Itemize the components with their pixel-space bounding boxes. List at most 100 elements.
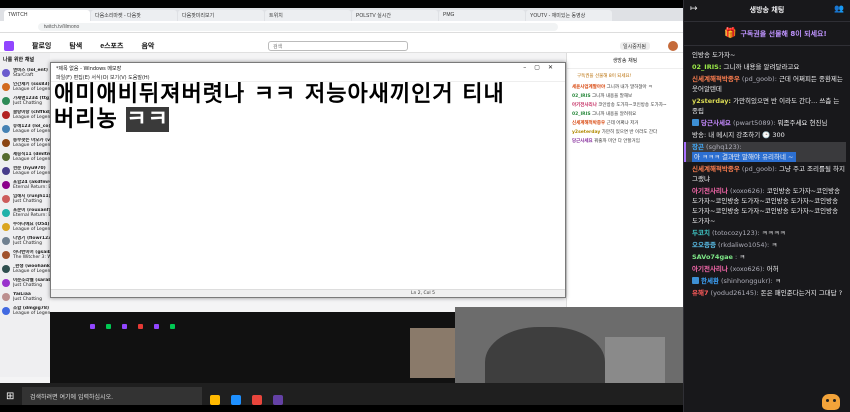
chat-user-id: (pwart5089): [730, 119, 776, 127]
browser-tab[interactable]: PMG [439, 10, 525, 21]
control-icon[interactable] [106, 324, 112, 329]
folder-icon[interactable] [210, 395, 220, 405]
captured-chat-user: y2seterday [572, 129, 601, 135]
sidebar-channel[interactable]: 골랑이랑 (chffkd)League of Legends [0, 108, 50, 122]
sidebar-channel[interactable]: 현준 (hyu970)League of Legends [0, 164, 50, 178]
sidebar-channel[interactable]: YaiLiaa Just Chatting [0, 290, 50, 304]
nav-music[interactable]: 음악 [141, 41, 154, 51]
sidebar-channel[interactable]: 가재맨1234 (ttg) Just Chatting [0, 94, 50, 108]
captured-chat-line: 02_IRIS 그니까 내용을 말해보 [567, 92, 683, 101]
sidebar-channel[interactable]: 임해지 (runjh11) Just Chatting [0, 192, 50, 206]
nav-following[interactable]: 팔로잉 [32, 41, 51, 51]
chat-username[interactable]: 02_IRIS: [692, 63, 721, 71]
nav-browse[interactable]: 탐색 [69, 41, 82, 51]
sidebar-channel[interactable]: _완쟁 (woohanky)League of Legends [0, 262, 50, 276]
taskbar-search-input[interactable]: 검색하려면 여기에 입력하십시오. [22, 387, 202, 405]
channel-avatar [2, 83, 10, 91]
gift-icon: 🎁 [724, 28, 737, 39]
chat-message: SAVo74gae : ㅋ [692, 252, 846, 262]
sidebar-channel[interactable]: 하나반이어 (gsaib) The Witcher 3: Wi [0, 248, 50, 262]
chat-text: 뭐좀주세요 현진님 [775, 119, 828, 127]
screen: TWITCH 다음소리마켓 - 다음팟 다음팟미리보기 트위치 POLSTV 실… [0, 0, 850, 412]
browser-tab[interactable]: TWITCH [4, 10, 90, 21]
chat-message: 두코치 (totocozy123): ㅋㅋㅋㅋ [692, 228, 846, 238]
player-controls [90, 314, 181, 329]
sidebar-channel[interactable]: 이준소라벨 (sarab) Just Chatting [0, 276, 50, 290]
chat-footer [684, 392, 850, 412]
captured-chat-text: 꿔줄까 미안 다 안할거임 [594, 138, 640, 144]
control-icon[interactable] [90, 324, 95, 329]
chat-username[interactable]: y2sterday: [692, 97, 731, 105]
chat-user-id: (sghq123): [703, 143, 742, 151]
twitch-search-input[interactable]: 검색 [268, 41, 408, 51]
channel-game: StarCraft [13, 73, 34, 78]
chat-username[interactable]: SAVo74gae [692, 253, 733, 261]
control-icon[interactable] [122, 324, 128, 329]
gift-sub-banner[interactable]: 🎁 구독권을 선물해 8이 되세요! [684, 22, 850, 46]
chat-username[interactable]: 신세계해적박종우 [692, 165, 740, 173]
twitch-app-icon[interactable] [273, 395, 284, 405]
channel-avatar [2, 237, 10, 245]
sidebar-channel[interactable]: 유헤123 (lol_co)League of Legends [0, 122, 50, 136]
chat-message: 당근사세요 (pwart5089): 뭐좀주세요 현진님 [692, 118, 846, 128]
control-icon[interactable] [154, 324, 160, 329]
sidebar-channel[interactable]: 인간제키 (sss83)League of Legends [0, 80, 50, 94]
sidebar-channel[interactable]: 조합 (dmgig78)League of Legends [0, 304, 50, 318]
sidebar-channel[interactable]: 다영기 (flowr123) Just Chatting [0, 234, 50, 248]
sidebar-channel[interactable]: 엔비즈 (lol_ent) StarCraft [0, 66, 50, 80]
chat-username[interactable]: 신세계해적박종우 [692, 75, 740, 83]
chat-text: ㅋ [737, 253, 746, 261]
sidebar-channel[interactable]: 포함24 (akdfmrot)Eternal Return: Bl [0, 178, 50, 192]
twitch-logo-icon[interactable] [4, 40, 14, 51]
channel-game: League of Legends [13, 129, 50, 134]
chat-username[interactable]: 유해7 [692, 289, 708, 297]
prime-button[interactable]: 일시중지됨 [620, 42, 650, 50]
channel-game: The Witcher 3: Wi [13, 255, 50, 260]
edge-icon[interactable] [231, 395, 242, 405]
sidebar-channel[interactable]: 포문이 (rouxanf) Eternal Return: Bl [0, 206, 50, 220]
control-icon[interactable] [138, 324, 144, 329]
people-icon[interactable]: 👥 [834, 4, 844, 13]
cursor-position: Ln 2, Col 5 [411, 291, 435, 296]
chat-username[interactable]: 두코치 [692, 229, 710, 237]
browser-tab[interactable]: 다음소리마켓 - 다음팟 [91, 10, 177, 21]
chat-message: 02_IRIS: 그니까 내용을 알려달라고요 [692, 62, 846, 72]
browser-tab[interactable]: YOUTV - 재미있는 동영상 [526, 10, 612, 21]
window-controls[interactable]: –▢✕ [523, 64, 561, 71]
notepad-menu-bar[interactable]: 파일(F) 편집(E) 서식(O) 보기(V) 도움말(H) [51, 73, 565, 82]
channel-game: League of Legends [13, 269, 50, 274]
address-bar[interactable]: twitch.tv/lilmono [38, 23, 558, 31]
chat-text: ㅋ [769, 241, 778, 249]
sidebar-channel[interactable]: 동부팟는 마오카 (v)League of Legends [0, 136, 50, 150]
chat-username[interactable]: 장곤 [692, 143, 704, 151]
chrome-icon[interactable] [252, 395, 263, 405]
chat-username[interactable]: 아기전사리나 [692, 187, 728, 195]
captured-gift-banner: 구독권을 선물해 8이 되세요! [577, 74, 632, 79]
channel-game: Just Chatting [13, 297, 42, 302]
sidebar-channel[interactable]: 제승식11 (dmltmd)League of Legends [0, 150, 50, 164]
control-icon[interactable] [170, 324, 176, 329]
channel-avatar [2, 181, 10, 189]
captured-chat-user: 02_IRIS [572, 111, 591, 117]
sidebar-channel[interactable]: 수하나에요 (O54)League of Legends [0, 220, 50, 234]
channel-game: Just Chatting [13, 283, 42, 288]
chat-username[interactable]: 한세환 [701, 277, 719, 285]
chat-username[interactable]: 오오증증 [692, 241, 716, 249]
chat-username[interactable]: 아기전사리나 [692, 265, 728, 273]
channel-text: 유헤123 (lol_co)League of Legends [13, 124, 50, 134]
browser-tab[interactable]: 트위치 [265, 10, 351, 21]
browser-tab[interactable]: POLSTV 실시간 [352, 10, 438, 21]
subscriber-badge-icon [692, 277, 699, 284]
chat-message: 유해7 (yodud26145): 돈은 패인준다는거지 그대답 ? [692, 288, 846, 298]
chat-username[interactable]: 당근사세요 [701, 119, 731, 127]
windows-start-icon[interactable]: ⊞ [6, 391, 14, 402]
video-player[interactable] [50, 298, 455, 388]
chat-message: 신세계해적박종우 (pd_goob): 그냥 주고 조리를될 하지그랬냐 [692, 164, 846, 184]
browser-tab[interactable]: 다음팟미리보기 [178, 10, 264, 21]
nav-esports[interactable]: e스포츠 [100, 41, 123, 51]
live-chat-panel: ↦ 생방송 채팅 👥 🎁 구독권을 선물해 8이 되세요! 인방송 도가자~ 02… [683, 0, 850, 412]
notepad-text-area[interactable]: 애미애비뒤져버렷나 ㅋㅋ 저능아새끼인거 티내 버리농 ㅋㅋ [51, 82, 565, 132]
user-avatar[interactable] [668, 41, 678, 51]
channel-text: 이준소라벨 (sarab) Just Chatting [13, 278, 50, 288]
chat-message: 방송: 내 메시지 강조하기 🕒 300 [692, 130, 846, 140]
